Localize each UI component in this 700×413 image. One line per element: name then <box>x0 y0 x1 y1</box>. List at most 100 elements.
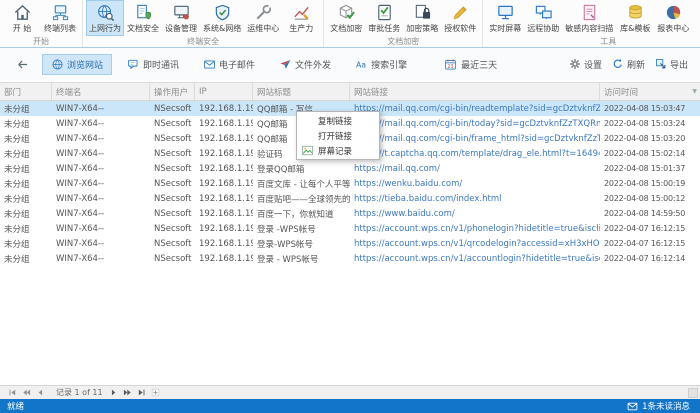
pager-add-button[interactable] <box>151 388 160 397</box>
cell-url[interactable]: https://mail.qq.com/ <box>350 164 600 174</box>
table-row[interactable]: 未分组WIN7-X64--NSecsoft192.168.1.190登录-WPS… <box>0 236 700 251</box>
cell-user: NSecsoft <box>150 194 195 204</box>
table-row[interactable]: 未分组WIN7-X64--NSecsoft192.168.1.190百度贴吧——… <box>0 191 700 206</box>
export-action-button[interactable]: 导出 <box>655 58 688 71</box>
column-header-time[interactable]: 访问时间▼ <box>600 83 700 100</box>
pager-next-button[interactable] <box>109 388 118 397</box>
ribbon-item-sys-network[interactable]: 系统&网络 <box>200 0 244 36</box>
context-menu-item-2[interactable]: 屏幕记录 <box>297 143 379 158</box>
table-row[interactable]: 未分组WIN7-X64--NSecsoft192.168.1.190百度一下，你… <box>0 206 700 221</box>
unread-message-button[interactable]: 1条未读消息 <box>627 400 700 412</box>
cell-url[interactable]: https://wenku.baidu.com/ <box>350 179 600 189</box>
ribbon-item-licensed-software[interactable]: 授权软件 <box>441 0 479 36</box>
column-header-user[interactable]: 操作用户 <box>150 83 195 100</box>
cell-department: 未分组 <box>0 133 52 145</box>
cell-url[interactable]: https://www.baidu.com/ <box>350 209 600 219</box>
refresh-action-button[interactable]: 刷新 <box>612 58 645 71</box>
ribbon-item-realtime-screen[interactable]: 实时屏幕 <box>486 0 524 36</box>
ribbon-item-label: 系统&网络 <box>203 23 241 34</box>
empty-icon-gutter <box>301 114 314 127</box>
cell-url[interactable]: https://mail.qq.com/cgi-bin/frame_html?s… <box>350 134 600 144</box>
ribbon-item-library-template[interactable]: 库&模板 <box>616 0 654 36</box>
productivity-icon <box>292 3 311 22</box>
cell-terminal: WIN7-X64-- <box>52 149 150 159</box>
ribbon: 开 始终端列表开始上网行为文档安全设备管理系统&网络运维中心生产力终端安全文档加… <box>0 0 700 48</box>
gear-action-button[interactable]: 设置 <box>569 58 602 71</box>
tab-aa-text[interactable]: Aa搜索引擎 <box>346 54 416 75</box>
table-row[interactable]: 未分组WIN7-X64--NSecsoft192.168.1.190百度文库 -… <box>0 176 700 191</box>
ribbon-item-device-mgmt[interactable]: 设备管理 <box>162 0 200 36</box>
ribbon-item-label: 实时屏幕 <box>489 23 521 34</box>
cell-terminal: WIN7-X64-- <box>52 119 150 129</box>
ribbon-item-remote-assist[interactable]: 远程协助 <box>524 0 562 36</box>
empty-icon-gutter <box>301 129 314 142</box>
ribbon-item-more[interactable]: 更多.. <box>692 0 700 36</box>
ribbon-item-doc-encrypt[interactable]: 文档加密 <box>327 0 365 36</box>
context-menu-item-label: 打开链接 <box>318 130 352 142</box>
pager-last-button[interactable] <box>137 388 146 397</box>
tab-globe[interactable]: 浏览网站 <box>42 54 112 75</box>
context-menu-item-0[interactable]: 复制链接 <box>297 113 379 128</box>
ribbon-item-productivity[interactable]: 生产力 <box>282 0 320 36</box>
library-template-icon <box>626 3 645 22</box>
ribbon-item-report-center[interactable]: 报表中心 <box>654 0 692 36</box>
ribbon-item-encrypt-policy[interactable]: 加密策略 <box>403 0 441 36</box>
tab-chat[interactable]: 即时通讯 <box>118 54 188 75</box>
cell-department: 未分组 <box>0 208 52 220</box>
cell-url[interactable]: https://t.captcha.qq.com/template/drag_e… <box>350 149 600 159</box>
gear-icon <box>569 58 581 70</box>
cell-url[interactable]: https://mail.qq.com/cgi-bin/readtemplate… <box>350 104 600 114</box>
cell-url[interactable]: https://mail.qq.com/cgi-bin/today?sid=gc… <box>350 119 600 129</box>
table-row[interactable]: 未分组WIN7-X64--NSecsoft192.168.1.190登录QQ邮箱… <box>0 161 700 176</box>
tab-file-send[interactable]: 文件外发 <box>270 54 340 75</box>
column-header-label: 网站标题 <box>257 86 291 98</box>
globe-icon <box>51 58 64 71</box>
column-header-url[interactable]: 网站链接 <box>350 83 600 100</box>
cell-department: 未分组 <box>0 103 52 115</box>
ribbon-item-content-scan[interactable]: 敏感内容扫描 <box>562 0 616 36</box>
filter-caret-icon[interactable]: ▼ <box>692 88 697 95</box>
scrollbar-corner[interactable] <box>688 388 698 398</box>
cell-department: 未分组 <box>0 223 52 235</box>
cell-time: 2022-04-07 16:12:15 <box>600 239 700 248</box>
ribbon-item-web-behavior[interactable]: 上网行为 <box>86 0 124 36</box>
back-button[interactable] <box>12 54 32 74</box>
cell-department: 未分组 <box>0 253 52 265</box>
ribbon-group-1: 上网行为文档安全设备管理系统&网络运维中心生产力终端安全 <box>83 0 324 47</box>
ribbon-item-approval-task[interactable]: 审批任务 <box>365 0 403 36</box>
ribbon-item-label: 报表中心 <box>657 23 689 34</box>
table-row[interactable]: 未分组WIN7-X64--NSecsoft192.168.1.190登录 -WP… <box>0 221 700 236</box>
column-header-terminal[interactable]: 终端名 <box>52 83 150 100</box>
column-header-label: 网站链接 <box>354 86 388 98</box>
table-row[interactable]: 未分组WIN7-X64--NSecsoft192.168.1.190登录 - W… <box>0 251 700 266</box>
cell-time: 2022-04-07 16:12:14 <box>600 254 700 263</box>
pager-prev-button[interactable] <box>36 388 45 397</box>
encrypt-policy-icon <box>413 3 432 22</box>
ribbon-item-doc-security[interactable]: 文档安全 <box>124 0 162 36</box>
column-header-title[interactable]: 网站标题 <box>253 83 350 100</box>
sys-network-icon <box>213 3 232 22</box>
ribbon-group-2: 文档加密审批任务加密策略授权软件文档加密 <box>324 0 483 47</box>
cell-url[interactable]: https://account.wps.cn/v1/phonelogin?hid… <box>350 224 600 234</box>
calendar-icon: 23 <box>444 58 457 71</box>
pager-next-page-button[interactable] <box>123 388 132 397</box>
cell-url[interactable]: https://account.wps.cn/v1/qrcodelogin?ac… <box>350 239 600 249</box>
ribbon-item-home[interactable]: 开 始 <box>3 0 41 36</box>
ribbon-item-terminal-list[interactable]: 终端列表 <box>41 0 79 36</box>
pager-prev-page-button[interactable] <box>22 388 31 397</box>
record-type-tabs: 浏览网站即时通讯电子邮件 文件外发 Aa搜索引擎 <box>42 54 416 75</box>
cell-url[interactable]: https://tieba.baidu.com/index.html <box>350 194 600 204</box>
secondary-toolbar: 浏览网站即时通讯电子邮件 文件外发 Aa搜索引擎 23 最近三天 设置刷新 导出 <box>0 48 700 80</box>
tab-mail[interactable]: 电子邮件 <box>194 54 264 75</box>
tab-label: 文件外发 <box>295 58 331 71</box>
cell-terminal: WIN7-X64-- <box>52 194 150 204</box>
ribbon-item-ops-center[interactable]: 运维中心 <box>244 0 282 36</box>
action-label: 导出 <box>670 58 688 71</box>
pager-first-button[interactable] <box>8 388 17 397</box>
context-menu-item-1[interactable]: 打开链接 <box>297 128 379 143</box>
column-header-ip[interactable]: IP <box>195 83 253 100</box>
ribbon-item-label: 审批任务 <box>368 23 400 34</box>
cell-url[interactable]: https://account.wps.cn/v1/accountlogin?h… <box>350 254 600 264</box>
date-range-filter-button[interactable]: 23 最近三天 <box>444 58 497 71</box>
column-header-department[interactable]: 部门 <box>0 83 52 100</box>
